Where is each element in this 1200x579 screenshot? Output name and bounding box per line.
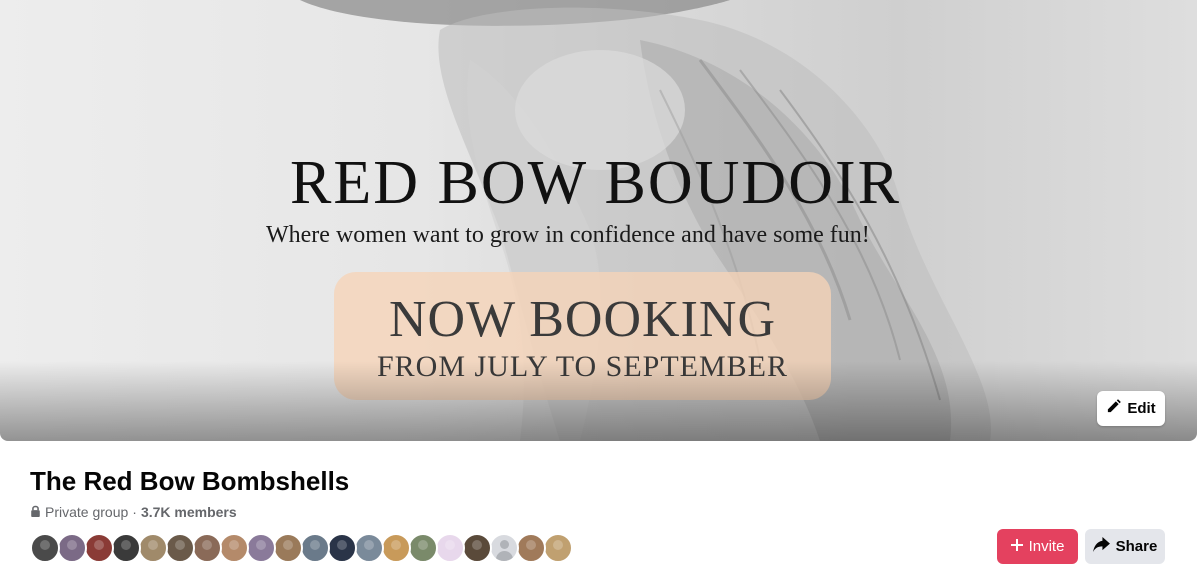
edit-cover-button[interactable]: Edit: [1097, 391, 1165, 426]
cover-shade: [0, 361, 1197, 441]
cover-title: RED BOW BOUDOIR: [290, 149, 901, 217]
privacy-label[interactable]: Private group: [45, 504, 128, 520]
share-button[interactable]: Share: [1085, 529, 1165, 564]
meta-separator: ·: [132, 504, 137, 520]
member-avatar[interactable]: [381, 533, 411, 563]
cover-photo[interactable]: RED BOW BOUDOIR Where women want to grow…: [0, 0, 1197, 441]
member-avatar[interactable]: [192, 533, 222, 563]
member-avatar[interactable]: [273, 533, 303, 563]
edit-label: Edit: [1127, 400, 1156, 417]
member-avatar[interactable]: [165, 533, 195, 563]
member-avatar[interactable]: [138, 533, 168, 563]
member-avatar[interactable]: [435, 533, 465, 563]
share-label: Share: [1115, 538, 1158, 555]
member-avatar[interactable]: [111, 533, 141, 563]
group-meta: Private group · 3.7K members: [30, 504, 237, 520]
member-avatar[interactable]: [516, 533, 546, 563]
member-avatar[interactable]: [30, 533, 60, 563]
member-avatar[interactable]: [462, 533, 492, 563]
member-avatar[interactable]: [543, 533, 573, 563]
member-avatar[interactable]: [300, 533, 330, 563]
pencil-icon: [1106, 399, 1122, 418]
invite-button[interactable]: Invite: [997, 529, 1078, 564]
invite-label: Invite: [1028, 538, 1065, 555]
share-arrow-icon: [1092, 537, 1110, 556]
member-avatars: [30, 533, 573, 563]
member-count[interactable]: 3.7K members: [141, 504, 237, 520]
group-name[interactable]: The Red Bow Bombshells: [30, 466, 349, 497]
member-avatar[interactable]: [354, 533, 384, 563]
member-avatar[interactable]: [57, 533, 87, 563]
member-avatar[interactable]: [219, 533, 249, 563]
booking-headline: NOW BOOKING: [388, 291, 776, 348]
member-avatar[interactable]: [408, 533, 438, 563]
member-avatar[interactable]: [84, 533, 114, 563]
cover-subtitle: Where women want to grow in confidence a…: [266, 222, 870, 248]
member-avatar[interactable]: [246, 533, 276, 563]
member-avatar[interactable]: [327, 533, 357, 563]
member-avatar[interactable]: [489, 533, 519, 563]
lock-icon: [30, 504, 41, 520]
plus-icon: [1010, 538, 1023, 555]
